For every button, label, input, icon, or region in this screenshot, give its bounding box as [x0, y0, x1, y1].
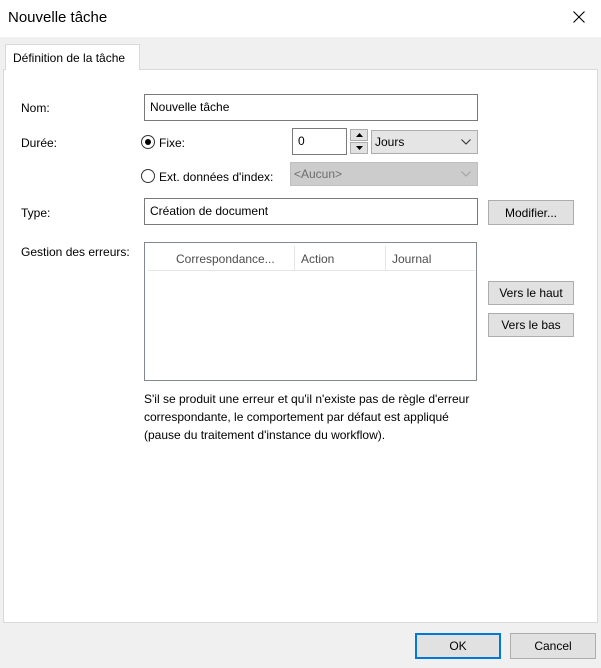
- chevron-down-icon: [461, 139, 471, 145]
- index-select: <Aucun>: [290, 162, 478, 186]
- list-header: Correspondance... Action Journal: [148, 246, 475, 271]
- index-radio[interactable]: [141, 169, 155, 183]
- cancel-button[interactable]: Cancel: [510, 633, 596, 659]
- error-rules-list[interactable]: Correspondance... Action Journal: [144, 242, 477, 381]
- duration-unit-select[interactable]: Jours: [371, 130, 478, 154]
- index-label: Ext. données d'index:: [159, 170, 274, 184]
- default-behavior-note: S'il se produit une erreur et qu'il n'ex…: [144, 392, 470, 442]
- column-header-action[interactable]: Action: [295, 246, 386, 271]
- fixed-radio[interactable]: [141, 135, 155, 149]
- index-select-value: <Aucun>: [294, 167, 343, 181]
- spin-up-button[interactable]: [350, 129, 368, 141]
- close-button[interactable]: [556, 0, 601, 34]
- type-label: Type:: [21, 206, 51, 220]
- name-field[interactable]: Nouvelle tâche: [144, 94, 478, 121]
- column-header-match[interactable]: Correspondance...: [148, 246, 295, 271]
- move-down-button[interactable]: Vers le bas: [488, 313, 574, 337]
- tab-task-definition[interactable]: Définition de la tâche: [5, 44, 140, 70]
- modify-button[interactable]: Modifier...: [488, 200, 574, 225]
- name-label: Nom:: [21, 101, 50, 115]
- duration-value-field[interactable]: 0: [292, 128, 347, 155]
- chevron-down-icon: [461, 171, 471, 177]
- arrow-down-icon: [355, 146, 363, 150]
- spin-down-button[interactable]: [350, 142, 368, 154]
- title-bar: Nouvelle tâche: [0, 0, 601, 37]
- window-title: Nouvelle tâche: [8, 9, 108, 26]
- ok-button[interactable]: OK: [415, 633, 501, 659]
- close-icon: [572, 11, 585, 23]
- fixed-label: Fixe:: [159, 136, 186, 150]
- type-field[interactable]: Création de document: [144, 198, 478, 225]
- duration-unit-value: Jours: [375, 135, 405, 149]
- duration-label: Durée:: [21, 136, 58, 150]
- move-up-button[interactable]: Vers le haut: [488, 281, 574, 305]
- error-handling-label: Gestion des erreurs:: [21, 245, 130, 259]
- arrow-up-icon: [355, 133, 363, 137]
- column-header-journal[interactable]: Journal: [386, 246, 475, 271]
